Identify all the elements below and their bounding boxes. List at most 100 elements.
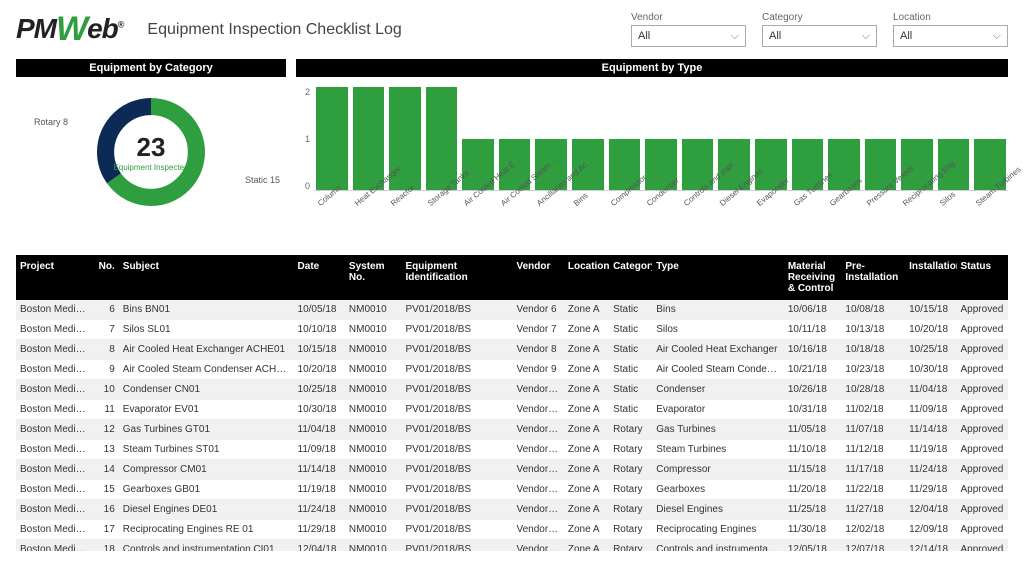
cell: 10/05/18 bbox=[294, 300, 345, 320]
column-header[interactable]: Installation bbox=[905, 255, 956, 300]
cell: 11/02/18 bbox=[841, 400, 905, 420]
cell: NM0010 bbox=[345, 400, 402, 420]
cell: 10/21/18 bbox=[784, 360, 842, 380]
cell: 17 bbox=[92, 520, 119, 540]
cell: Vendor 16 bbox=[512, 500, 563, 520]
cell: PV01/2018/BS bbox=[401, 460, 512, 480]
cell: Static bbox=[609, 360, 652, 380]
cell: Zone A bbox=[564, 400, 609, 420]
table-row[interactable]: Boston Medical18Controls and instrumenta… bbox=[16, 540, 1008, 552]
cell: PV01/2018/BS bbox=[401, 380, 512, 400]
cell: Zone A bbox=[564, 540, 609, 552]
bar[interactable] bbox=[353, 87, 385, 190]
cell: Steam Turbines bbox=[652, 440, 784, 460]
column-header[interactable]: Project bbox=[16, 255, 92, 300]
cell: Approved bbox=[957, 520, 1008, 540]
table-row[interactable]: Boston Medical11Evaporator EV0110/30/18N… bbox=[16, 400, 1008, 420]
column-header[interactable]: Date bbox=[294, 255, 345, 300]
filter-select-category[interactable]: All⌵ bbox=[762, 25, 877, 47]
cell: Evaporator bbox=[652, 400, 784, 420]
column-header[interactable]: Pre-Installation bbox=[841, 255, 905, 300]
cell: Boston Medical bbox=[16, 480, 92, 500]
cell: Steam Turbines ST01 bbox=[119, 440, 294, 460]
cell: Reciprocating Engines bbox=[652, 520, 784, 540]
table-row[interactable]: Boston Medical7Silos SL0110/10/18NM0010P… bbox=[16, 320, 1008, 340]
cell: 11/19/18 bbox=[905, 440, 956, 460]
cell: 9 bbox=[92, 360, 119, 380]
cell: 11/29/18 bbox=[905, 480, 956, 500]
cell: 10/20/18 bbox=[294, 360, 345, 380]
table-row[interactable]: Boston Medical13Steam Turbines ST0111/09… bbox=[16, 440, 1008, 460]
equipment-by-type-panel: Equipment by Type 210 ColumnHeat Exchang… bbox=[296, 59, 1008, 251]
cell: Approved bbox=[957, 300, 1008, 320]
cell: PV01/2018/BS bbox=[401, 300, 512, 320]
table-row[interactable]: Boston Medical17Reciprocating Engines RE… bbox=[16, 520, 1008, 540]
cell: NM0010 bbox=[345, 320, 402, 340]
column-header[interactable]: Category bbox=[609, 255, 652, 300]
cell: Approved bbox=[957, 360, 1008, 380]
cell: Bins bbox=[652, 300, 784, 320]
column-header[interactable]: No. bbox=[92, 255, 119, 300]
cell: 6 bbox=[92, 300, 119, 320]
cell: Rotary bbox=[609, 420, 652, 440]
table-row[interactable]: Boston Medical12Gas Turbines GT0111/04/1… bbox=[16, 420, 1008, 440]
column-header[interactable]: Vendor bbox=[512, 255, 563, 300]
cell: Zone A bbox=[564, 360, 609, 380]
table-row[interactable]: Boston Medical9Air Cooled Steam Condense… bbox=[16, 360, 1008, 380]
table-row[interactable]: Boston Medical15Gearboxes GB0111/19/18NM… bbox=[16, 480, 1008, 500]
column-header[interactable]: Type bbox=[652, 255, 784, 300]
cell: Static bbox=[609, 320, 652, 340]
table-row[interactable]: Boston Medical10Condenser CN0110/25/18NM… bbox=[16, 380, 1008, 400]
bar[interactable] bbox=[426, 87, 458, 190]
column-header[interactable]: Location bbox=[564, 255, 609, 300]
filter-select-vendor[interactable]: All⌵ bbox=[631, 25, 746, 47]
bar[interactable] bbox=[316, 87, 348, 190]
column-header[interactable]: Equipment Identification bbox=[401, 255, 512, 300]
cell: 10/10/18 bbox=[294, 320, 345, 340]
column-header[interactable]: Material Receiving & Control bbox=[784, 255, 842, 300]
cell: 10 bbox=[92, 380, 119, 400]
cell: Compressor bbox=[652, 460, 784, 480]
cell: Air Cooled Heat Exchanger bbox=[652, 340, 784, 360]
cell: 11/17/18 bbox=[841, 460, 905, 480]
cell: 10/25/18 bbox=[294, 380, 345, 400]
column-header[interactable]: Status bbox=[957, 255, 1008, 300]
cell: 11/25/18 bbox=[784, 500, 842, 520]
cell: Boston Medical bbox=[16, 420, 92, 440]
cell: Zone A bbox=[564, 380, 609, 400]
filter-label: Location bbox=[893, 12, 1008, 23]
cell: PV01/2018/BS bbox=[401, 320, 512, 340]
cell: 10/13/18 bbox=[841, 320, 905, 340]
cell: 7 bbox=[92, 320, 119, 340]
cell: Boston Medical bbox=[16, 500, 92, 520]
column-header[interactable]: Subject bbox=[119, 255, 294, 300]
app-logo: PMWeb® bbox=[16, 10, 123, 49]
cell: 12/02/18 bbox=[841, 520, 905, 540]
cell: Vendor 9 bbox=[512, 360, 563, 380]
cell: Boston Medical bbox=[16, 520, 92, 540]
data-table-container[interactable]: ProjectNo.SubjectDateSystem No.Equipment… bbox=[16, 255, 1008, 551]
cell: Approved bbox=[957, 500, 1008, 520]
cell: PV01/2018/BS bbox=[401, 540, 512, 552]
donut-chart[interactable]: Rotary 8 23 Equipment Inspected Static 1… bbox=[16, 77, 286, 227]
table-row[interactable]: Boston Medical14Compressor CM0111/14/18N… bbox=[16, 460, 1008, 480]
table-row[interactable]: Boston Medical8Air Cooled Heat Exchanger… bbox=[16, 340, 1008, 360]
cell: 18 bbox=[92, 540, 119, 552]
cell: Zone A bbox=[564, 300, 609, 320]
cell: 10/18/18 bbox=[841, 340, 905, 360]
cell: Condenser CN01 bbox=[119, 380, 294, 400]
bar-chart[interactable]: 210 ColumnHeat ExchangerReactorStorage T… bbox=[296, 81, 1008, 251]
filter-select-location[interactable]: All⌵ bbox=[893, 25, 1008, 47]
cell: Vendor 13 bbox=[512, 440, 563, 460]
cell: Boston Medical bbox=[16, 540, 92, 552]
cell: Approved bbox=[957, 420, 1008, 440]
table-row[interactable]: Boston Medical16Diesel Engines DE0111/24… bbox=[16, 500, 1008, 520]
panel-title: Equipment by Category bbox=[16, 59, 286, 77]
cell: 16 bbox=[92, 500, 119, 520]
table-row[interactable]: Boston Medical6Bins BN0110/05/18NM0010PV… bbox=[16, 300, 1008, 320]
page-header: PMWeb® Equipment Inspection Checklist Lo… bbox=[0, 0, 1024, 55]
cell: 11/09/18 bbox=[294, 440, 345, 460]
cell: PV01/2018/BS bbox=[401, 340, 512, 360]
column-header[interactable]: System No. bbox=[345, 255, 402, 300]
cell: NM0010 bbox=[345, 480, 402, 500]
